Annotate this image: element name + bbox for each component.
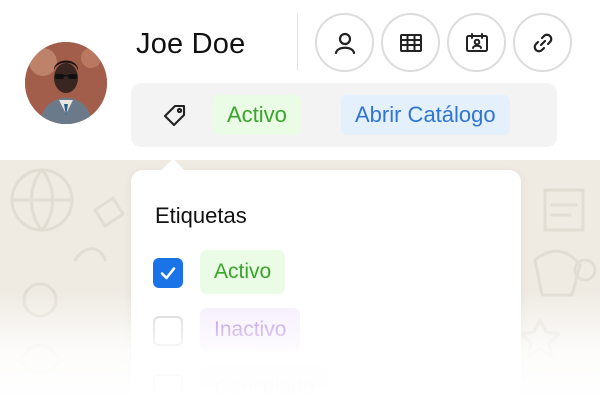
checkbox-unchecked[interactable] <box>153 316 183 346</box>
checkbox-checked[interactable] <box>153 258 183 288</box>
contact-header: Joe Doe Activo Abrir Catálogo <box>0 0 600 160</box>
label-chip[interactable]: Activo <box>200 250 286 294</box>
label-option[interactable]: Activo <box>153 250 483 294</box>
link-button[interactable] <box>513 13 572 72</box>
label-option[interactable]: Inactivo <box>153 308 483 352</box>
table-button[interactable] <box>381 13 440 72</box>
person-icon <box>334 32 355 54</box>
header-divider <box>297 14 298 70</box>
avatar[interactable] <box>25 42 107 124</box>
tag-bar: Activo Abrir Catálogo <box>131 83 557 147</box>
contact-card-icon <box>465 32 488 52</box>
tag-chip-active[interactable]: Activo <box>213 95 301 135</box>
contact-card-button[interactable] <box>447 13 506 72</box>
labels-dropdown: Etiquetas Activo Inactivo Cancelado <box>131 158 521 401</box>
checkbox-unchecked[interactable] <box>153 374 183 401</box>
profile-button[interactable] <box>315 13 374 72</box>
open-catalog-chip[interactable]: Abrir Catálogo <box>341 95 510 135</box>
label-chip[interactable]: Cancelado <box>200 366 329 401</box>
checkmark-icon <box>160 267 176 280</box>
table-icon <box>399 33 422 52</box>
link-icon <box>533 33 552 52</box>
dropdown-title: Etiquetas <box>155 203 247 228</box>
tag-icon[interactable] <box>161 102 189 130</box>
contact-name: Joe Doe <box>136 28 246 60</box>
label-chip[interactable]: Inactivo <box>200 308 301 352</box>
label-option[interactable]: Cancelado <box>153 366 483 401</box>
